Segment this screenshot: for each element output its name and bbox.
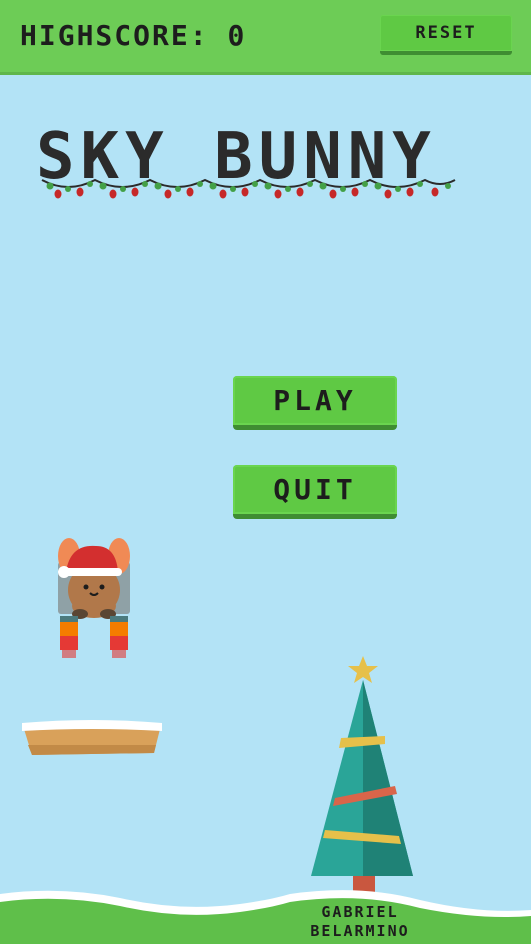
christmas-lights-icon	[41, 178, 456, 199]
highscore-value: 0	[227, 19, 247, 52]
author-credit: GABRIEL BELARMINO	[285, 903, 435, 941]
highscore-display: HIGHSCORE: 0	[20, 18, 246, 54]
credit-first-name: GABRIEL	[321, 903, 399, 921]
credit-last-name: BELARMINO	[310, 922, 410, 940]
reset-button[interactable]: RESET	[380, 15, 512, 55]
play-button[interactable]: PLAY	[233, 376, 397, 430]
quit-button[interactable]: QUIT	[233, 465, 397, 519]
top-bar: HIGHSCORE: 0 RESET	[0, 0, 531, 75]
highscore-label: HIGHSCORE:	[20, 19, 209, 52]
snowy-ground-icon	[0, 890, 531, 944]
snowy-platform-icon	[22, 720, 162, 755]
christmas-tree-icon	[311, 656, 413, 894]
bunny-icon	[58, 538, 130, 658]
